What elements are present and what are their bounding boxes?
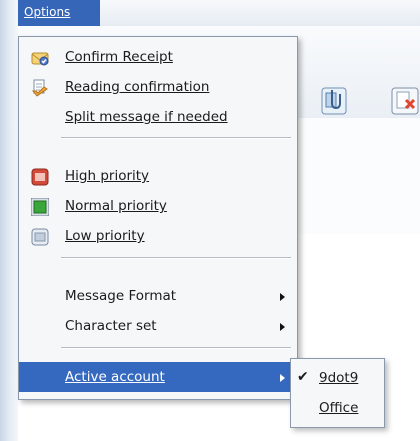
submenu-item-office[interactable]: Office <box>291 393 384 423</box>
high-priority-icon <box>31 167 49 186</box>
menubar-options[interactable]: Options <box>18 0 100 26</box>
active-account-submenu: ✔ 9dot9 Office <box>290 358 385 428</box>
submenu-item-label: 9dot9 <box>319 370 359 386</box>
menu-item-label: Low priority <box>65 228 145 244</box>
menu-item-label: Confirm Receipt <box>65 49 173 65</box>
menu-item-high-priority[interactable]: High priority <box>19 161 297 191</box>
menu-item-reading-confirmation[interactable]: Reading confirmation <box>19 72 297 102</box>
submenu-item-label: Office <box>319 400 359 416</box>
submenu-arrow-icon <box>280 374 285 382</box>
checkmark-icon: ✔ <box>297 369 309 385</box>
low-priority-icon <box>31 227 49 246</box>
normal-priority-icon <box>30 197 50 217</box>
submenu-arrow-icon <box>280 323 285 331</box>
confirm-receipt-icon <box>31 48 49 66</box>
menu-item-label: Character set <box>65 318 157 334</box>
menu-item-message-format[interactable]: Message Format <box>19 281 297 311</box>
menu-item-low-priority[interactable]: Low priority <box>19 221 297 251</box>
menu-item-label: Normal priority <box>65 198 167 214</box>
attach-icon[interactable] <box>318 84 352 116</box>
menu-item-character-set[interactable]: Character set <box>19 311 297 341</box>
submenu-item-9dot9[interactable]: ✔ 9dot9 <box>291 363 384 393</box>
reading-confirmation-icon <box>31 78 49 97</box>
menu-item-label: Active account <box>65 369 165 385</box>
submenu-arrow-icon <box>280 293 285 301</box>
menu-item-label: High priority <box>65 168 150 184</box>
menu-item-label: Reading confirmation <box>65 79 210 95</box>
delete-icon[interactable] <box>388 84 420 116</box>
menu-item-label: Split message if needed <box>65 109 228 125</box>
menu-separator <box>61 347 291 349</box>
menu-item-label: Message Format <box>65 288 177 304</box>
options-menu: Confirm Receipt Reading confirmation Spl… <box>18 36 298 400</box>
menu-separator <box>61 137 291 139</box>
menu-item-confirm-receipt[interactable]: Confirm Receipt <box>19 42 297 72</box>
menu-item-normal-priority[interactable]: Normal priority <box>19 191 297 221</box>
menu-separator <box>61 257 291 259</box>
menu-item-active-account[interactable]: Active account <box>19 362 297 392</box>
menu-item-split-message[interactable]: Split message if needed <box>19 102 297 132</box>
window-left-border <box>0 0 19 441</box>
